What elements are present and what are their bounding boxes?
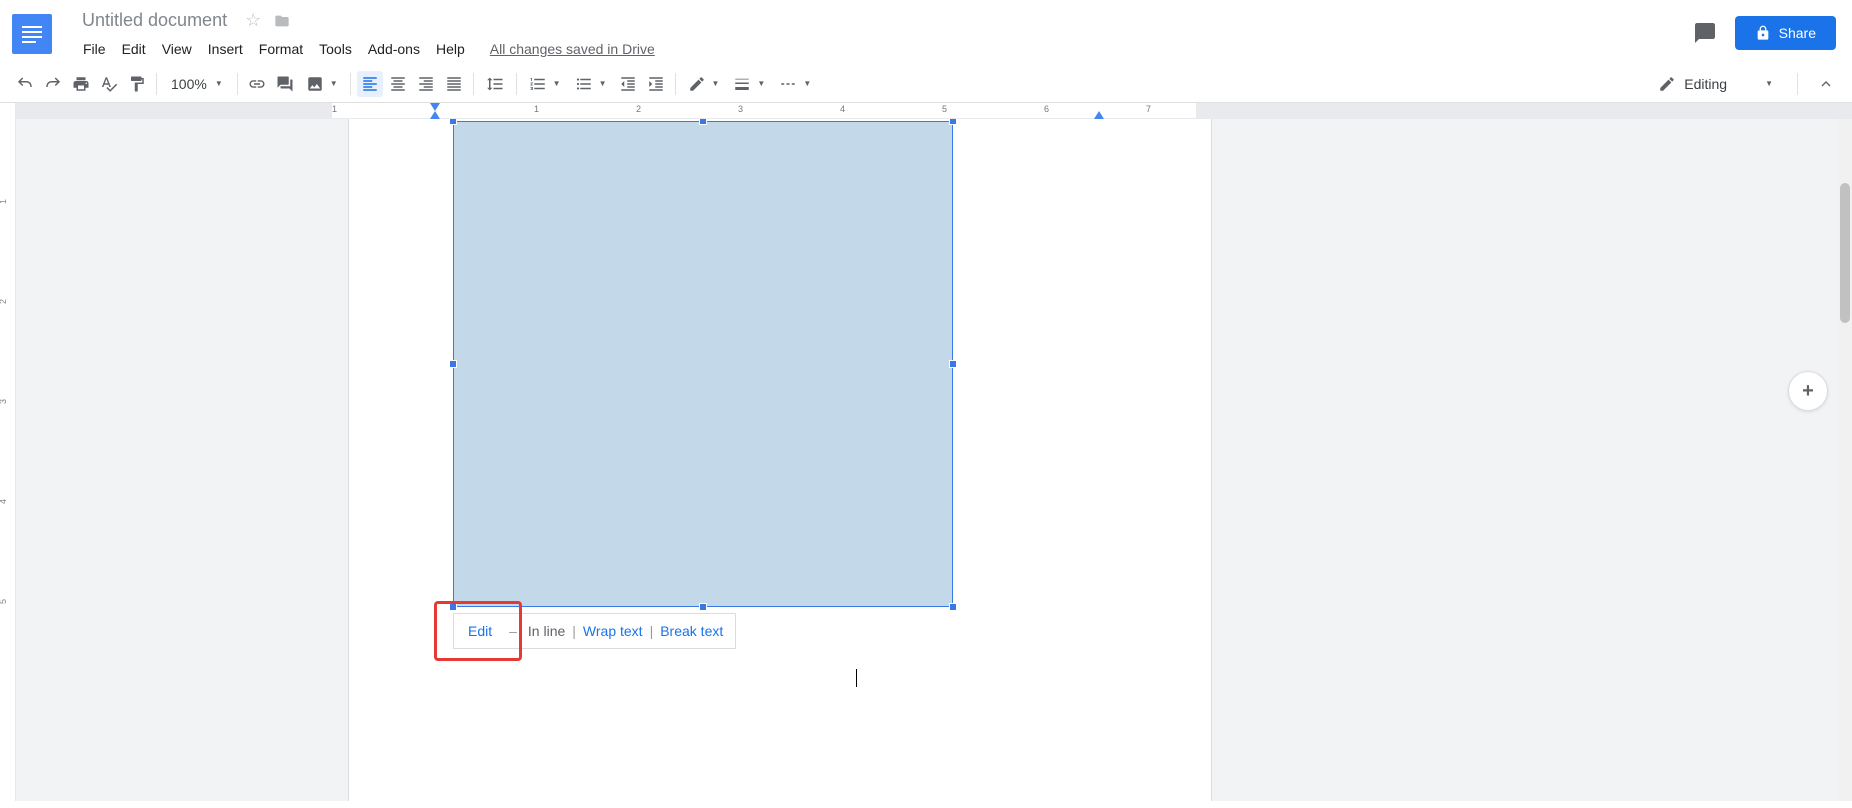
wrap-text-option[interactable]: Wrap text — [579, 623, 647, 639]
horizontal-ruler[interactable]: 1 1 2 3 4 5 6 7 — [16, 103, 1852, 119]
spellcheck-button[interactable] — [96, 71, 122, 97]
left-indent-icon[interactable] — [430, 111, 440, 119]
canvas[interactable]: Edit – In line | Wrap text | Break text … — [16, 103, 1852, 801]
wrap-inline-option[interactable]: In line — [520, 623, 569, 639]
share-label: Share — [1779, 25, 1816, 41]
header-bar: Untitled document ☆ File Edit View Inser… — [0, 0, 1852, 61]
menubar: File Edit View Insert Format Tools Add-o… — [76, 37, 1691, 61]
editing-mode-button[interactable]: Editing ▼ — [1648, 71, 1783, 97]
insert-comment-button[interactable] — [272, 71, 298, 97]
title-row: Untitled document ☆ — [76, 8, 1691, 33]
lock-icon — [1755, 25, 1771, 41]
pencil-icon — [1658, 75, 1676, 93]
title-area: Untitled document ☆ File Edit View Inser… — [76, 8, 1691, 61]
docs-logo-icon — [22, 23, 42, 46]
vertical-ruler[interactable]: 1 2 3 4 5 — [0, 103, 16, 801]
share-button[interactable]: Share — [1735, 16, 1836, 50]
clear-formatting-button[interactable]: ▼ — [682, 71, 726, 97]
insert-image-button[interactable]: ▼ — [300, 71, 344, 97]
move-folder-icon[interactable] — [273, 13, 291, 29]
menu-edit[interactable]: Edit — [115, 37, 153, 61]
first-line-indent-icon[interactable] — [430, 103, 440, 111]
edit-drawing-button[interactable]: Edit — [454, 623, 506, 639]
resize-handle-br[interactable] — [949, 603, 957, 611]
increase-indent-button[interactable] — [643, 71, 669, 97]
menu-insert[interactable]: Insert — [201, 37, 250, 61]
resize-handle-bl[interactable] — [449, 603, 457, 611]
menu-format[interactable]: Format — [252, 37, 310, 61]
align-right-button[interactable] — [413, 71, 439, 97]
hide-menus-button[interactable] — [1812, 70, 1840, 98]
bulleted-list-button[interactable]: ▼ — [569, 71, 613, 97]
resize-handle-bm[interactable] — [699, 603, 707, 611]
explore-button[interactable]: + — [1788, 371, 1828, 411]
star-icon[interactable]: ☆ — [245, 10, 261, 31]
break-text-option[interactable]: Break text — [656, 623, 735, 639]
align-justify-button[interactable] — [441, 71, 467, 97]
numbered-list-button[interactable]: ▼ — [523, 71, 567, 97]
plus-icon: + — [1802, 380, 1814, 403]
document-title[interactable]: Untitled document — [76, 8, 233, 33]
menu-tools[interactable]: Tools — [312, 37, 359, 61]
image-context-toolbar: Edit – In line | Wrap text | Break text — [453, 613, 736, 649]
resize-handle-ml[interactable] — [449, 360, 457, 368]
comments-icon[interactable] — [1691, 20, 1719, 46]
text-cursor — [856, 669, 857, 687]
paint-format-button[interactable] — [124, 71, 150, 97]
border-dash-button[interactable]: ▼ — [773, 71, 817, 97]
save-status[interactable]: All changes saved in Drive — [490, 41, 655, 57]
menu-addons[interactable]: Add-ons — [361, 37, 427, 61]
toolbar: 100%▼ ▼ ▼ ▼ ▼ ▼ ▼ Editing ▼ — [0, 65, 1852, 103]
scrollbar-thumb[interactable] — [1840, 183, 1850, 323]
line-spacing-button[interactable] — [480, 71, 510, 97]
insert-link-button[interactable] — [244, 71, 270, 97]
menu-file[interactable]: File — [76, 37, 113, 61]
zoom-select[interactable]: 100%▼ — [163, 76, 231, 92]
print-button[interactable] — [68, 71, 94, 97]
undo-button[interactable] — [12, 71, 38, 97]
resize-handle-mr[interactable] — [949, 360, 957, 368]
selected-drawing[interactable] — [453, 121, 953, 607]
menu-view[interactable]: View — [155, 37, 199, 61]
vertical-scrollbar[interactable] — [1838, 103, 1852, 801]
workspace: 1 2 3 4 5 1 1 2 3 4 5 6 7 Edit — [0, 103, 1852, 801]
border-weight-button[interactable]: ▼ — [727, 71, 771, 97]
redo-button[interactable] — [40, 71, 66, 97]
align-center-button[interactable] — [385, 71, 411, 97]
editing-mode-label: Editing — [1684, 76, 1727, 92]
docs-logo[interactable] — [12, 14, 52, 54]
menu-help[interactable]: Help — [429, 37, 472, 61]
decrease-indent-button[interactable] — [615, 71, 641, 97]
right-indent-icon[interactable] — [1094, 111, 1104, 119]
align-left-button[interactable] — [357, 71, 383, 97]
header-right: Share — [1691, 16, 1836, 50]
